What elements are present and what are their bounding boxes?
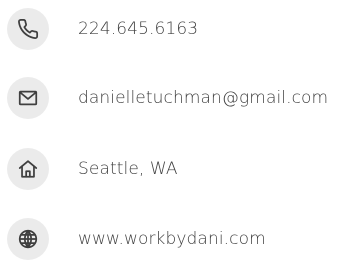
globe-icon bbox=[18, 229, 38, 249]
contact-row-website: www.workbydani.com bbox=[0, 214, 348, 261]
envelope-icon-badge bbox=[7, 77, 49, 119]
globe-icon-badge bbox=[7, 218, 49, 260]
location-text: Seattle, WA bbox=[78, 159, 178, 179]
envelope-icon bbox=[18, 90, 38, 106]
email-address[interactable]: danielletuchman@gmail.com bbox=[78, 88, 328, 108]
home-icon bbox=[18, 160, 38, 178]
phone-number[interactable]: 224.645.6163 bbox=[78, 19, 198, 39]
website-link[interactable]: www.workbydani.com bbox=[78, 229, 266, 249]
contact-row-phone: 224.645.6163 bbox=[0, 4, 348, 54]
phone-icon bbox=[18, 18, 39, 39]
contact-list: 224.645.6163 danielletuchman@gmail.com S… bbox=[0, 0, 348, 261]
contact-row-location: Seattle, WA bbox=[0, 144, 348, 194]
contact-row-email: danielletuchman@gmail.com bbox=[0, 73, 348, 123]
home-icon-badge bbox=[7, 148, 49, 190]
phone-icon-badge bbox=[7, 8, 49, 50]
